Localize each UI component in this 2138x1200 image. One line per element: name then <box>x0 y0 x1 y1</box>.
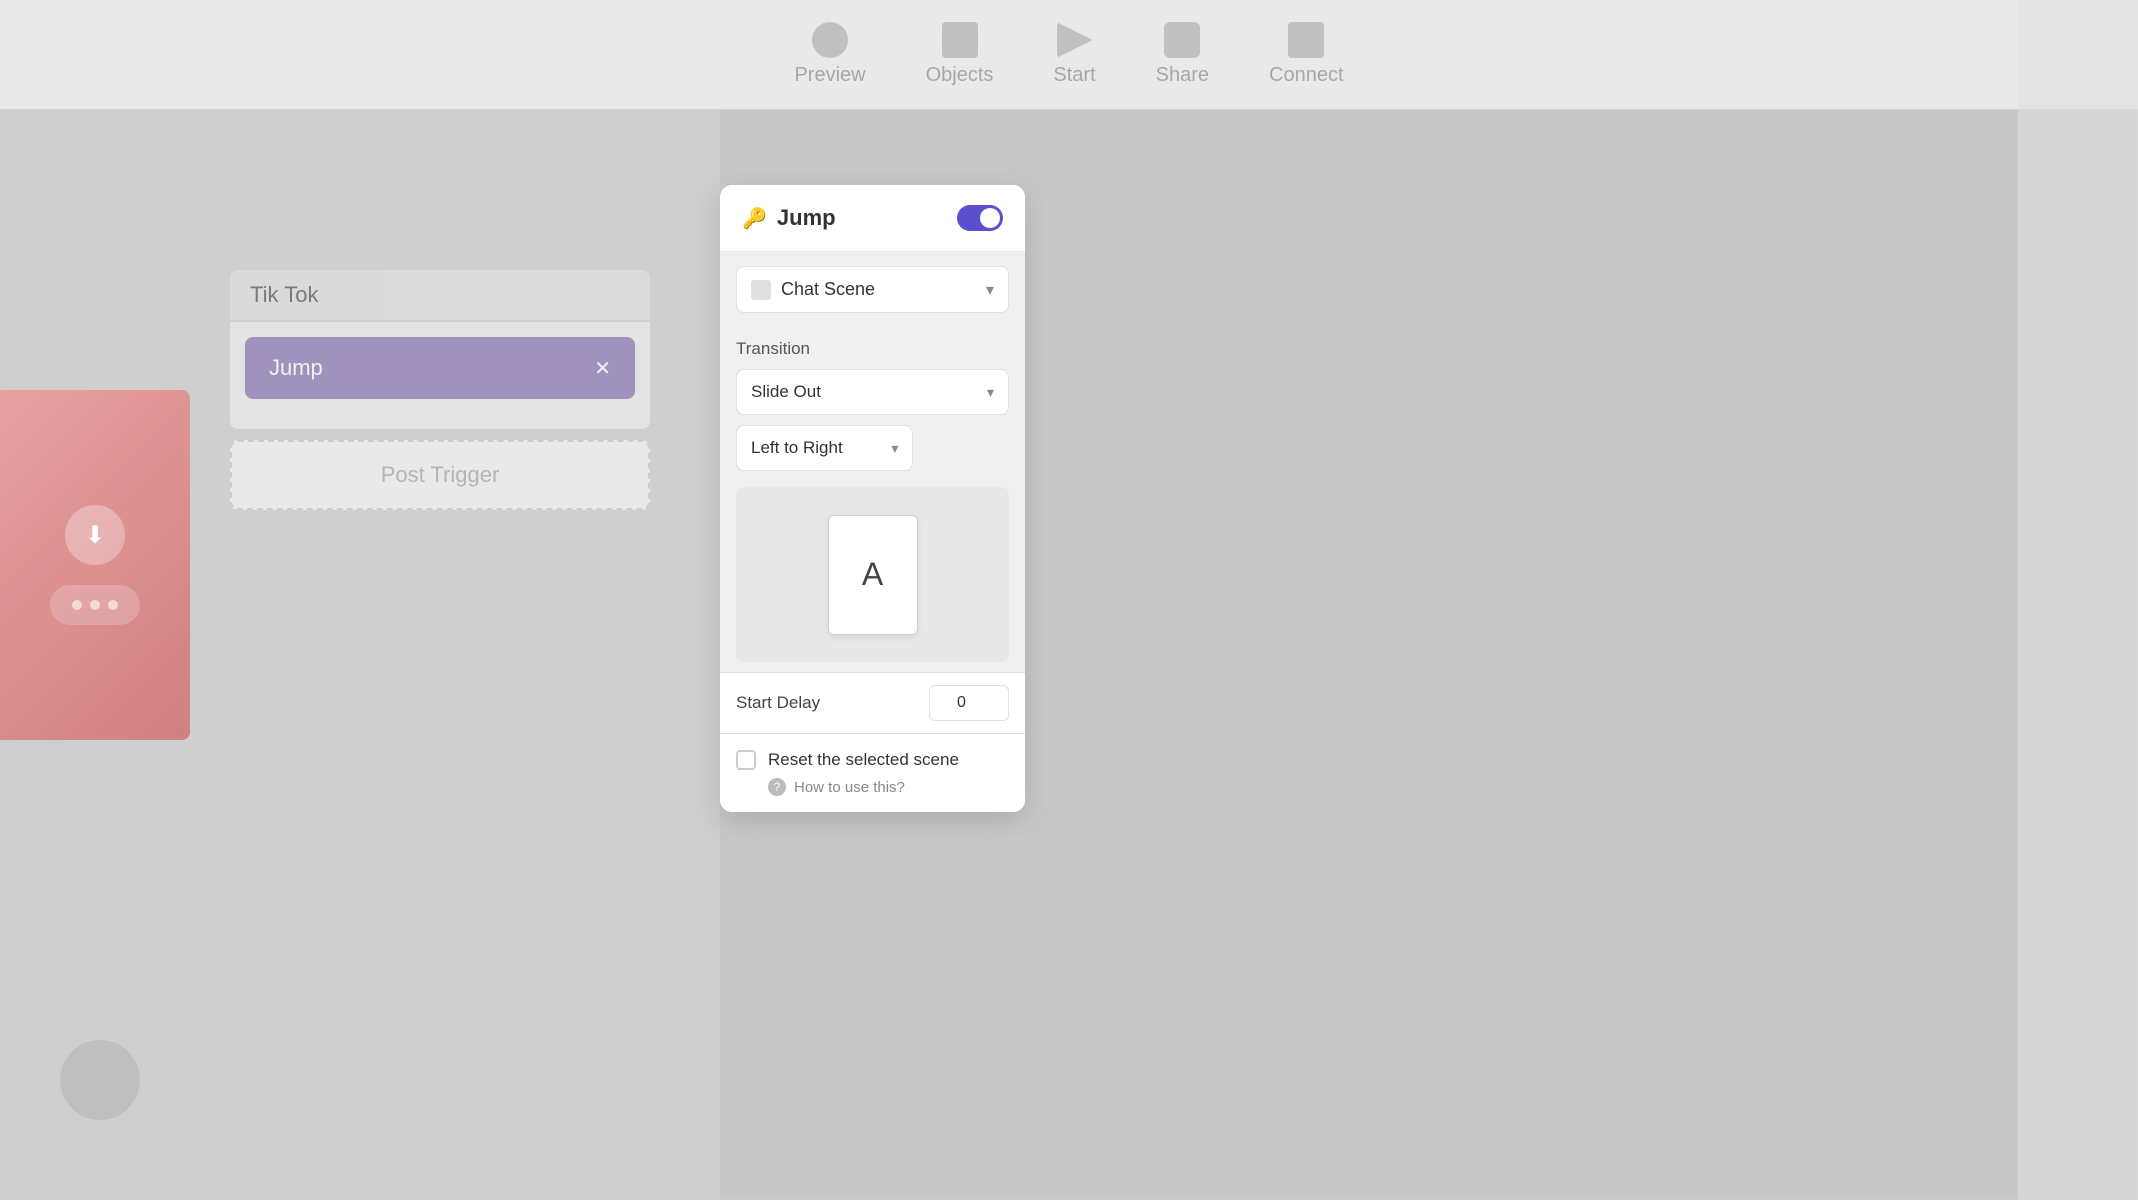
node-body[interactable]: Jump ✕ <box>230 322 650 429</box>
toolbar-connect-label: Connect <box>1269 64 1344 87</box>
reset-row: Reset the selected scene <box>736 750 1009 770</box>
toolbar-share-label: Share <box>1156 64 1209 87</box>
toolbar-start-label: Start <box>1053 64 1095 87</box>
help-text[interactable]: How to use this? <box>794 779 905 796</box>
transition-label: Transition <box>736 339 1009 359</box>
start-delay-row: Start Delay <box>720 673 1025 733</box>
scene-dropdown[interactable]: Chat Scene ▾ <box>736 266 1009 313</box>
help-icon: ? <box>768 778 786 796</box>
ellipsis-dots <box>50 585 140 625</box>
jump-panel: 🔑 Jump Chat Scene ▾ Transition Slide Out… <box>720 185 1025 812</box>
preview-icon <box>812 22 848 58</box>
connect-icon <box>1288 22 1324 58</box>
toolbar-objects-label: Objects <box>926 64 994 87</box>
reset-checkbox[interactable] <box>736 750 756 770</box>
panel-header-left: 🔑 Jump <box>742 205 836 231</box>
chevron-down-icon: ▾ <box>986 280 994 300</box>
enable-toggle[interactable] <box>957 205 1003 231</box>
avatar <box>60 1040 140 1120</box>
start-icon <box>1057 22 1093 58</box>
direction-dropdown[interactable]: Left to Right ▾ <box>736 425 913 471</box>
right-sidebar <box>2018 0 2138 1200</box>
objects-icon <box>942 22 978 58</box>
toolbar-item-preview[interactable]: Preview <box>794 22 865 87</box>
preview-letter: A <box>862 556 883 593</box>
toolbar-item-start[interactable]: Start <box>1053 22 1095 87</box>
pink-media-card: ⬇ <box>0 390 190 740</box>
transition-type-dropdown[interactable]: Slide Out ▾ <box>736 369 1009 415</box>
jump-icon: 🔑 <box>742 206 767 231</box>
jump-button-label: Jump <box>269 355 323 381</box>
reset-section: Reset the selected scene ? How to use th… <box>720 734 1025 812</box>
transition-preview: A <box>736 487 1009 662</box>
post-trigger-label: Post Trigger <box>381 462 500 487</box>
dot-2 <box>90 600 100 610</box>
toolbar-item-objects[interactable]: Objects <box>926 22 994 87</box>
start-delay-input[interactable] <box>929 685 1009 721</box>
scene-label: Chat Scene <box>781 279 875 300</box>
scene-color-indicator <box>751 280 771 300</box>
toolbar-item-share[interactable]: Share <box>1156 22 1209 87</box>
close-icon: ✕ <box>594 356 611 381</box>
dot-3 <box>108 600 118 610</box>
scene-dropdown-left: Chat Scene <box>751 279 875 300</box>
chevron-down-icon: ▾ <box>987 384 994 401</box>
toolbar-item-connect[interactable]: Connect <box>1269 22 1344 87</box>
direction-label: Left to Right <box>751 438 843 458</box>
help-row: ? How to use this? <box>768 778 1009 796</box>
start-delay-label: Start Delay <box>736 693 820 713</box>
toolbar: Preview Objects Start Share Connect <box>0 0 2138 110</box>
dot-1 <box>72 600 82 610</box>
transition-section: Transition Slide Out ▾ Left to Right ▾ <box>720 327 1025 483</box>
panel-header: 🔑 Jump <box>720 185 1025 252</box>
node-title: Tik Tok <box>250 282 318 308</box>
node-title-bar: Tik Tok <box>230 270 650 320</box>
reset-label: Reset the selected scene <box>768 750 959 770</box>
post-trigger-area: Post Trigger <box>230 440 650 510</box>
panel-title: Jump <box>777 205 836 231</box>
chevron-down-icon: ▾ <box>891 440 898 457</box>
preview-card: A <box>828 515 918 635</box>
canvas-area: ⬇ Tik Tok Jump ✕ Post Trigger <box>0 110 720 1200</box>
download-icon: ⬇ <box>65 505 125 565</box>
jump-trigger-button[interactable]: Jump ✕ <box>245 337 635 399</box>
transition-type-label: Slide Out <box>751 382 821 402</box>
share-icon <box>1164 22 1200 58</box>
toolbar-preview-label: Preview <box>794 64 865 87</box>
